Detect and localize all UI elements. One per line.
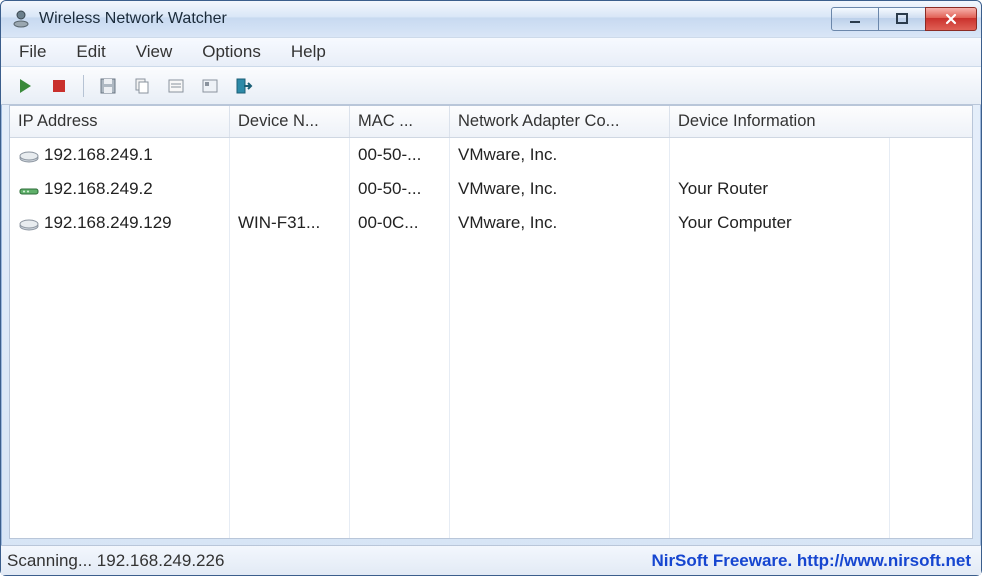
cell-info: Your Computer: [678, 213, 792, 233]
titlebar: Wireless Network Watcher: [1, 1, 981, 37]
exit-icon[interactable]: [232, 74, 256, 98]
table-row[interactable]: 192.168.249.1 00-50-... VMware, Inc.: [10, 138, 972, 172]
play-icon[interactable]: [13, 74, 37, 98]
menu-file[interactable]: File: [15, 40, 50, 64]
table-row[interactable]: 192.168.249.2 00-50-... VMware, Inc. You…: [10, 172, 972, 206]
properties-icon[interactable]: [164, 74, 188, 98]
cell-adapter: VMware, Inc.: [458, 213, 557, 233]
column-info[interactable]: Device Information: [670, 106, 972, 137]
menubar: File Edit View Options Help: [1, 37, 981, 67]
menu-edit[interactable]: Edit: [72, 40, 109, 64]
cell-ip: 192.168.249.2: [44, 179, 153, 199]
app-icon: [11, 9, 31, 29]
column-mac[interactable]: MAC ...: [350, 106, 450, 137]
app-title: Wireless Network Watcher: [39, 10, 832, 28]
options-icon[interactable]: [198, 74, 222, 98]
save-icon[interactable]: [96, 74, 120, 98]
grid: IP Address Device N... MAC ... Network A…: [9, 105, 973, 539]
status-link[interactable]: NirSoft Freeware. http://www.nirsoft.net: [651, 551, 971, 571]
menu-options[interactable]: Options: [198, 40, 265, 64]
cell-mac: 00-0C...: [358, 213, 418, 233]
toolbar-separator: [83, 75, 84, 97]
toolbar: [1, 67, 981, 105]
statusbar: Scanning... 192.168.249.226 NirSoft Free…: [1, 545, 981, 575]
cell-device-name: WIN-F31...: [238, 213, 320, 233]
router-icon: [18, 181, 40, 197]
window-controls: [832, 7, 977, 31]
cell-ip: 192.168.249.1: [44, 145, 153, 165]
cell-adapter: VMware, Inc.: [458, 179, 557, 199]
minimize-button[interactable]: [831, 7, 879, 31]
column-ip[interactable]: IP Address: [10, 106, 230, 137]
table-row[interactable]: 192.168.249.129 WIN-F31... 00-0C... VMwa…: [10, 206, 972, 240]
cell-adapter: VMware, Inc.: [458, 145, 557, 165]
copy-icon[interactable]: [130, 74, 154, 98]
cell-mac: 00-50-...: [358, 179, 421, 199]
cell-info: Your Router: [678, 179, 768, 199]
grid-body[interactable]: 192.168.249.1 00-50-... VMware, Inc. 192…: [10, 138, 972, 538]
device-icon: [18, 147, 40, 163]
column-device-name[interactable]: Device N...: [230, 106, 350, 137]
app-window: Wireless Network Watcher File Edit View …: [0, 0, 982, 576]
stop-icon[interactable]: [47, 74, 71, 98]
status-text: Scanning... 192.168.249.226: [7, 551, 651, 571]
cell-mac: 00-50-...: [358, 145, 421, 165]
close-button[interactable]: [925, 7, 977, 31]
maximize-button[interactable]: [878, 7, 926, 31]
cell-ip: 192.168.249.129: [44, 213, 172, 233]
column-adapter[interactable]: Network Adapter Co...: [450, 106, 670, 137]
menu-view[interactable]: View: [132, 40, 177, 64]
grid-header: IP Address Device N... MAC ... Network A…: [10, 106, 972, 138]
menu-help[interactable]: Help: [287, 40, 330, 64]
device-icon: [18, 215, 40, 231]
